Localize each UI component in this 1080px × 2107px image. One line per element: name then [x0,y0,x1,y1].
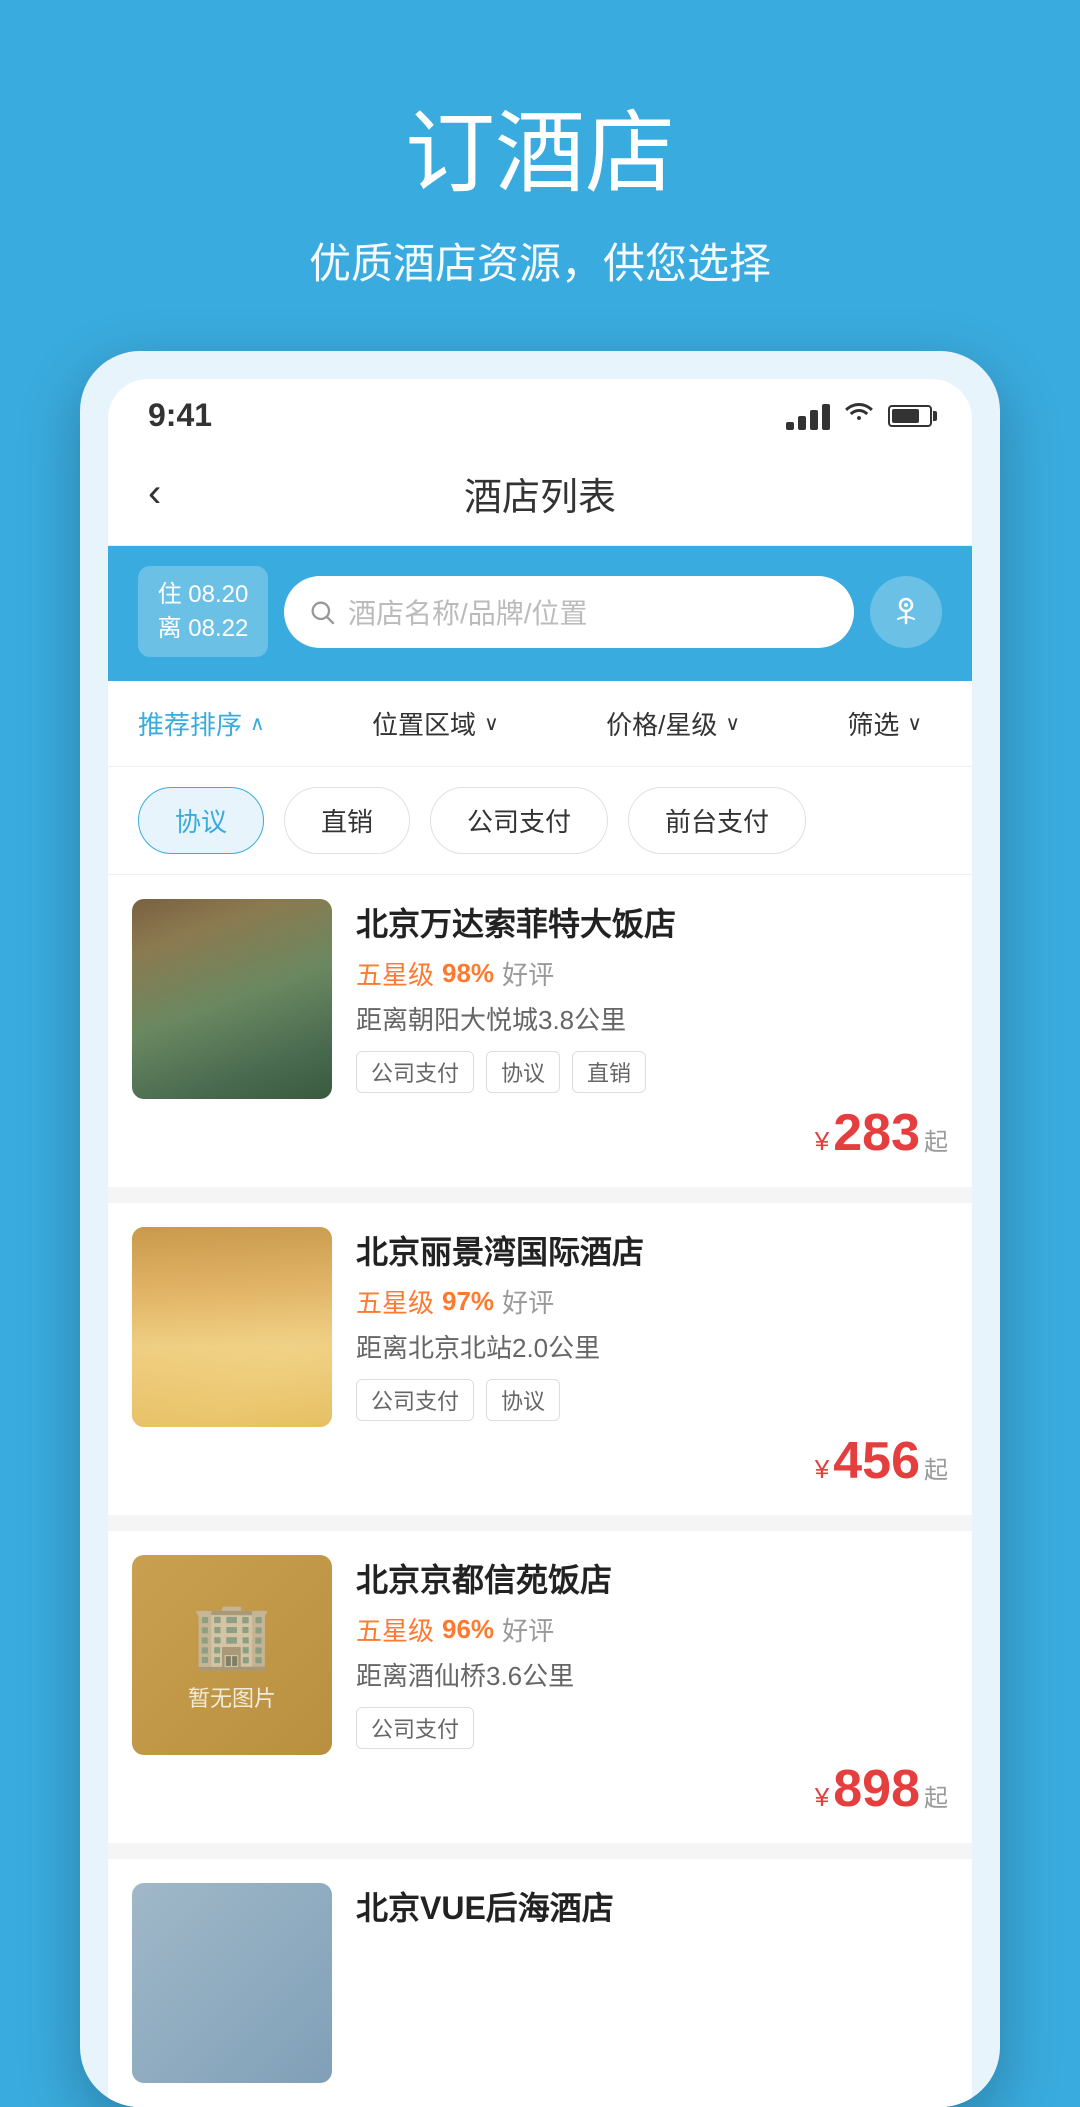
hotel-review-label-2: 好评 [502,1283,554,1320]
filter-location-label: 位置区域 [372,705,476,742]
phone-screen: 9:41 [108,379,972,2107]
search-icon [308,598,336,626]
hotel-tags-2: 公司支付 协议 [356,1379,948,1421]
hotel-stars-2: 五星级 [356,1283,434,1320]
hotel-price-row-2: ¥ 456 起 [356,1431,948,1491]
hotel-tags-1: 公司支付 协议 直销 [356,1051,948,1093]
tab-agreement[interactable]: 协议 [138,787,264,854]
hotel-name-4: 北京VUE后海酒店 [356,1883,948,1929]
filter-more[interactable]: 筛选 ∨ [827,705,942,742]
status-bar: 9:41 [108,379,972,446]
hotel-stars-3: 五星级 [356,1611,434,1648]
hotel-rating-2: 五星级 97% 好评 [356,1283,948,1320]
price-value-3: 898 [833,1759,920,1819]
tab-front-desk[interactable]: 前台支付 [628,787,806,854]
hotel-price-row-1: ¥ 283 起 [356,1103,948,1163]
tag-company-pay-3: 公司支付 [356,1707,474,1749]
hotel-rating-3: 五星级 96% 好评 [356,1611,948,1648]
hotel-distance-3: 距离酒仙桥3.6公里 [356,1656,948,1693]
tab-company-pay[interactable]: 公司支付 [430,787,608,854]
price-symbol-3: ¥ [815,1782,829,1813]
price-suffix-3: 起 [924,1778,948,1813]
tab-bar: 协议 直销 公司支付 前台支付 [108,767,972,875]
hotel-info-2: 北京丽景湾国际酒店 五星级 97% 好评 距离北京北站2.0公里 公司支付 协议 [356,1227,948,1491]
filter-bar: 推荐排序 ∧ 位置区域 ∨ 价格/星级 ∨ 筛选 [108,681,972,767]
hotel-price-row-3: ¥ 898 起 [356,1759,948,1819]
search-box[interactable]: 酒店名称/品牌/位置 [284,576,854,648]
hotel-review-pct-2: 97% [442,1286,494,1317]
filter-location-arrow: ∨ [484,711,499,736]
hotel-card-2[interactable]: 北京丽景湾国际酒店 五星级 97% 好评 距离北京北站2.0公里 公司支付 协议 [108,1203,972,1515]
hotel-card-4[interactable]: 北京VUE后海酒店 [108,1859,972,2107]
tag-agreement: 协议 [486,1051,560,1093]
hotel-review-pct-3: 96% [442,1614,494,1645]
page-title: 订酒店 [0,80,1080,210]
price-symbol-2: ¥ [815,1454,829,1485]
back-button[interactable]: ‹ [148,471,161,516]
filter-recommended[interactable]: 推荐排序 ∧ [138,705,285,742]
filter-recommended-arrow: ∧ [250,711,265,736]
date-badge[interactable]: 住 08.20 离 08.22 [138,566,268,657]
nav-title: 酒店列表 [464,466,616,521]
location-icon [888,589,924,634]
hotel-info-4: 北京VUE后海酒店 [356,1883,948,1939]
tag-company-pay-2: 公司支付 [356,1379,474,1421]
filter-recommended-label: 推荐排序 [138,705,242,742]
hotel-image-3: 🏢 暂无图片 [132,1555,332,1755]
price-value-2: 456 [833,1431,920,1491]
price-value-1: 283 [833,1103,920,1163]
hotel-name-1: 北京万达索菲特大饭店 [356,899,948,945]
hotel-list: 北京万达索菲特大饭店 五星级 98% 好评 距离朝阳大悦城3.8公里 公司支付 … [108,875,972,2107]
status-icons [786,400,932,431]
hotel-card-1[interactable]: 北京万达索菲特大饭店 五星级 98% 好评 距离朝阳大悦城3.8公里 公司支付 … [108,875,972,1187]
page-subtitle: 优质酒店资源，供您选择 [0,230,1080,291]
hotel-card-3[interactable]: 🏢 暂无图片 北京京都信苑饭店 五星级 96% 好评 距离酒仙桥3.6公里 [108,1531,972,1843]
filter-price-star[interactable]: 价格/星级 ∨ [586,705,760,742]
filter-price-star-arrow: ∨ [725,711,740,736]
hotel-rating-1: 五星级 98% 好评 [356,955,948,992]
filter-more-label: 筛选 [847,705,899,742]
tag-direct: 直销 [572,1051,646,1093]
hotel-distance-1: 距离朝阳大悦城3.8公里 [356,1000,948,1037]
tag-agreement-2: 协议 [486,1379,560,1421]
hotel-image-1 [132,899,332,1099]
filter-location[interactable]: 位置区域 ∨ [352,705,519,742]
page-header: 订酒店 优质酒店资源，供您选择 [0,0,1080,351]
hotel-distance-2: 距离北京北站2.0公里 [356,1328,948,1365]
hotel-stars-1: 五星级 [356,955,434,992]
nav-bar: ‹ 酒店列表 [108,446,972,546]
phone-frame: 9:41 [80,351,1000,2107]
hotel-tags-3: 公司支付 [356,1707,948,1749]
filter-price-star-label: 价格/星级 [606,705,717,742]
location-button[interactable] [870,576,942,648]
hotel-review-label-3: 好评 [502,1611,554,1648]
tag-company-pay: 公司支付 [356,1051,474,1093]
price-symbol-1: ¥ [815,1126,829,1157]
hotel-image-4 [132,1883,332,2083]
status-time: 9:41 [148,397,212,434]
hotel-name-2: 北京丽景湾国际酒店 [356,1227,948,1273]
phone-wrapper: 9:41 [0,351,1080,2107]
price-suffix-1: 起 [924,1122,948,1157]
price-suffix-2: 起 [924,1450,948,1485]
search-input-placeholder: 酒店名称/品牌/位置 [348,592,588,632]
hotel-info-3: 北京京都信苑饭店 五星级 96% 好评 距离酒仙桥3.6公里 公司支付 [356,1555,948,1819]
signal-icon [786,402,830,430]
search-area: 住 08.20 离 08.22 酒店名称/品牌/位置 [108,546,972,681]
hotel-name-3: 北京京都信苑饭店 [356,1555,948,1601]
hotel-review-pct-1: 98% [442,958,494,989]
hotel-review-label-1: 好评 [502,955,554,992]
battery-icon [888,405,932,427]
hotel-image-2 [132,1227,332,1427]
tab-direct[interactable]: 直销 [284,787,410,854]
no-image-label: 暂无图片 [188,1681,276,1713]
filter-more-arrow: ∨ [907,711,922,736]
wifi-icon [844,400,874,431]
hotel-info-1: 北京万达索菲特大饭店 五星级 98% 好评 距离朝阳大悦城3.8公里 公司支付 … [356,899,948,1163]
